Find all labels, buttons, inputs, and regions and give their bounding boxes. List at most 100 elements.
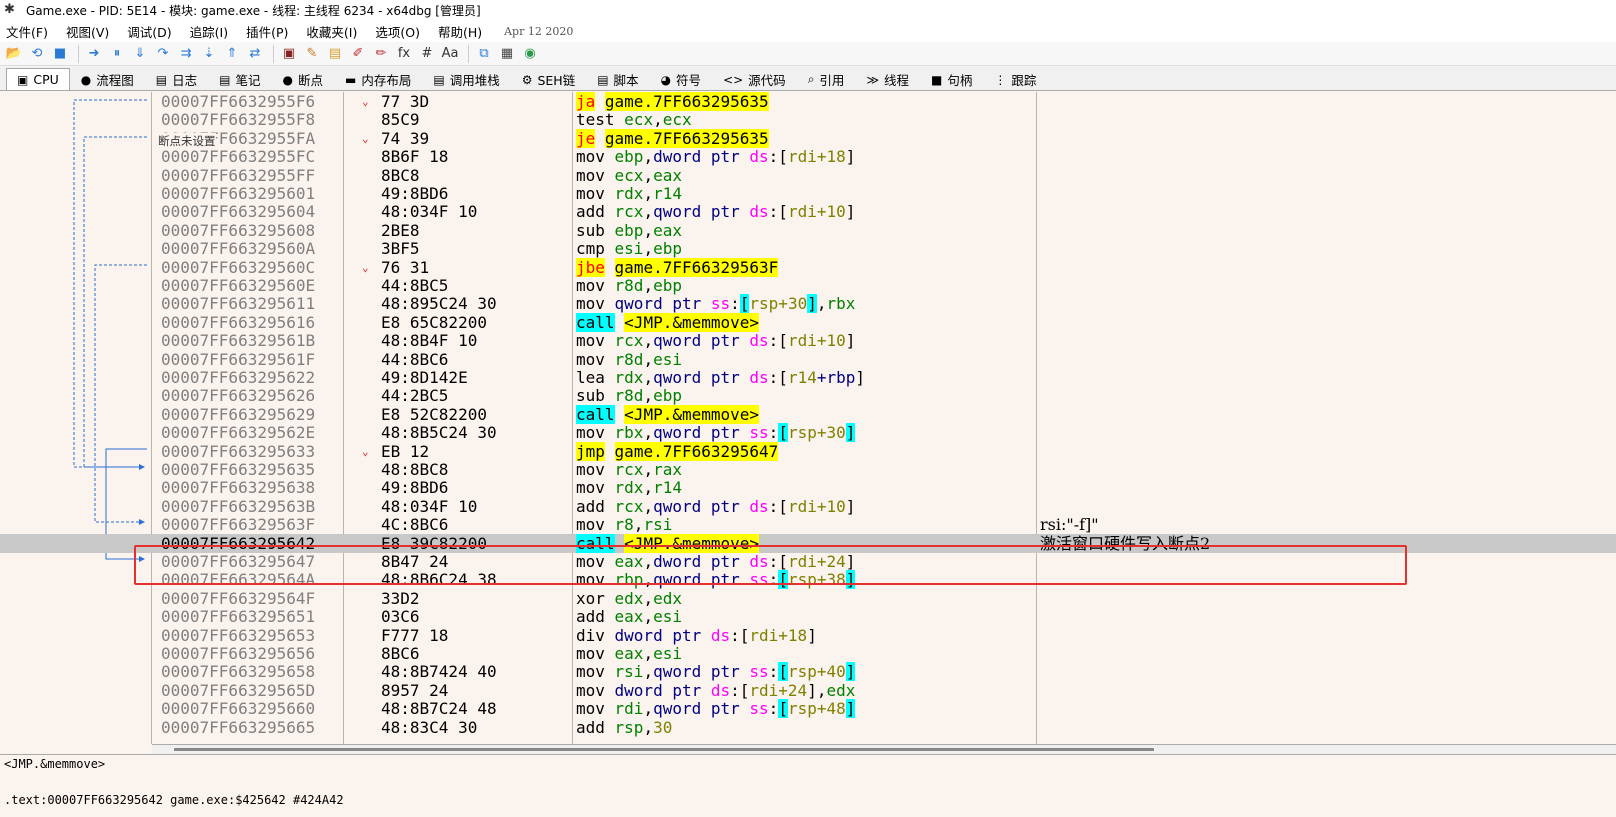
step-into-icon[interactable]: ⇓ xyxy=(130,44,150,64)
address-cell: 00007FF663295635 xyxy=(161,460,316,479)
breakpoint-note: 断点未设置 xyxy=(158,133,216,149)
scrollbar-thumb[interactable] xyxy=(174,748,1154,751)
menu-item[interactable]: 文件(F) xyxy=(6,22,48,41)
instruction-row[interactable]: 00007FF6632955FA ⌄ 74 39 je game.7FF6632956… xyxy=(0,128,1616,148)
tab-label: 句柄 xyxy=(947,73,973,88)
run-to-user-code-icon[interactable]: ⇄ xyxy=(245,44,265,64)
instruction-row[interactable]: 00007FF6632955F8 85C9 test ecx,ecx xyxy=(0,110,1616,129)
address-cell: 00007FF66329561F xyxy=(161,349,316,369)
instruction-row[interactable]: 00007FF66329560E 44:8BC5 mov r8d,ebp xyxy=(0,276,1616,295)
menu-item[interactable]: 帮助(H) xyxy=(438,22,482,41)
instruction-cell: call <JMP.&memmove> xyxy=(576,312,760,332)
instruction-row[interactable]: 00007FF66329561F 44:8BC6 mov r8d,esi xyxy=(0,350,1616,369)
references-icon: ⌕ xyxy=(807,72,815,86)
instruction-row[interactable]: 00007FF6632955F6 ⌄ 77 3D ja game.7FF6632956… xyxy=(0,92,1616,111)
menu-item[interactable]: 调试(D) xyxy=(127,22,171,41)
instruction-cell: sub ebp,eax xyxy=(576,220,682,240)
jump-marker-icon: ⌄ xyxy=(362,131,369,145)
tab-call-stack[interactable]: ▤ 调用堆栈 xyxy=(422,68,510,90)
memory-map-icon[interactable]: Aa xyxy=(440,44,460,64)
bookmark-icon[interactable]: ✐ xyxy=(348,44,368,64)
info-address: .text:00007FF663295642 game.exe:$425642 … xyxy=(4,793,344,807)
instruction-row[interactable]: 00007FF663295635 48:8BC8 mov rcx,rax xyxy=(0,460,1616,479)
pause-icon[interactable]: ⏸ xyxy=(107,44,127,64)
patch-icon[interactable]: ▣ xyxy=(279,44,299,64)
tab-threads[interactable]: ≫ 线程 xyxy=(855,68,920,90)
menu-item[interactable]: 视图(V) xyxy=(66,22,109,41)
tab-symbols[interactable]: ◕ 符号 xyxy=(650,68,713,90)
info-symbol: <JMP.&memmove> xyxy=(4,757,106,771)
execute-till-return-icon[interactable]: ⇑ xyxy=(222,44,242,64)
menu-item[interactable]: 追踪(I) xyxy=(190,22,228,41)
tab-label: 内存布局 xyxy=(361,73,412,88)
instruction-row[interactable]: 00007FF663295651 03C6 add eax,esi xyxy=(0,607,1616,626)
run-icon[interactable]: ➜ xyxy=(84,44,104,64)
instruction-row[interactable]: 00007FF663295604 48:034F 10 add rcx,qword … xyxy=(0,202,1616,221)
toolbar-separator xyxy=(78,44,79,63)
instruction-row[interactable]: 00007FF66329560C ⌄ 76 31 jbe game.7FF663295… xyxy=(0,257,1616,277)
instruction-row[interactable]: 00007FF66329563B 48:034F 10 add rcx,qword … xyxy=(0,497,1616,516)
instruction-row[interactable]: 00007FF663295601 49:8BD6 mov rdx,r14 xyxy=(0,184,1616,203)
bytes-cell: 8B6F 18 xyxy=(381,147,449,167)
instruction-row[interactable]: 00007FF6632955FC 8B6F 18 mov ebp,dword ptr… xyxy=(0,147,1616,166)
tab-source[interactable]: <> 源代码 xyxy=(712,68,797,90)
tab-handles[interactable]: ■ 句柄 xyxy=(920,68,983,90)
tool-icon[interactable]: ◉ xyxy=(520,44,540,64)
instruction-row[interactable]: 00007FF66329562E 48:8B5C24 30 mov rbx,qwor… xyxy=(0,423,1616,443)
restart-icon[interactable]: ⟲ xyxy=(27,44,47,64)
trace-into-icon[interactable]: ⇉ xyxy=(176,44,196,64)
instruction-row[interactable]: 00007FF66329561B 48:8B4F 10 mov rcx,qword … xyxy=(0,331,1616,350)
instruction-row[interactable]: 00007FF663295629 E8 52C82200 call <JMP.&me… xyxy=(0,404,1616,424)
instruction-row[interactable]: 00007FF66329565D 8957 24 mov dword ptr ds:… xyxy=(0,681,1616,700)
instruction-row[interactable]: 00007FF66329563F 4C:8BC6 mov r8,rsi rsi:"-f… xyxy=(0,515,1616,534)
call-stack-icon: ▤ xyxy=(433,72,445,87)
instruction-row[interactable]: 00007FF66329564F 33D2 xor edx,edx xyxy=(0,589,1616,608)
tab-cpu[interactable]: ▣ CPU xyxy=(6,68,70,90)
instruction-row[interactable]: 00007FF663295653 F777 18 div dword ptr ds:… xyxy=(0,626,1616,645)
tab-memory-map[interactable]: ▬ 内存布局 xyxy=(334,68,422,90)
address-cell: 00007FF66329564F xyxy=(161,588,316,608)
tab-graph[interactable]: ● 流程图 xyxy=(70,68,145,90)
instruction-row[interactable]: 00007FF663295658 48:8B7424 40 mov rsi,qwor… xyxy=(0,662,1616,682)
instruction-row[interactable]: 00007FF663295611 48:895C24 30 mov qword pt… xyxy=(0,294,1616,314)
instruction-row[interactable]: 00007FF6632955FF 8BC8 mov ecx,eax xyxy=(0,166,1616,185)
label-icon[interactable]: ▤ xyxy=(325,44,345,64)
instruction-row[interactable]: 00007FF663295638 49:8BD6 mov rdx,r14 xyxy=(0,478,1616,497)
instruction-row[interactable]: 00007FF663295665 48:83C4 30 add rsp,30 xyxy=(0,718,1616,737)
tab-notes[interactable]: ▤ 笔记 xyxy=(208,68,271,90)
memory-map-icon: ▬ xyxy=(344,72,357,87)
open-icon[interactable]: 📂 xyxy=(4,44,24,64)
instruction-row[interactable]: 00007FF663295656 8BC6 mov eax,esi xyxy=(0,644,1616,663)
instruction-row[interactable]: 00007FF663295616 E8 65C82200 call <JMP.&me… xyxy=(0,312,1616,332)
menu-item[interactable]: 选项(O) xyxy=(375,22,420,41)
instruction-row[interactable]: 00007FF66329560A 3BF5 cmp esi,ebp xyxy=(0,239,1616,258)
comment-icon[interactable]: ✎ xyxy=(302,44,322,64)
calculator-icon[interactable]: ⧉ xyxy=(474,44,494,64)
font-icon[interactable]: # xyxy=(417,44,437,64)
tab-log[interactable]: ▤ 日志 xyxy=(145,68,208,90)
script-icon: ▤ xyxy=(597,72,609,87)
instruction-row[interactable]: 00007FF663295633 ⌄ EB 12 jmp game.7FF663295… xyxy=(0,441,1616,461)
tab-script[interactable]: ▤ 脚本 xyxy=(586,68,649,90)
instruction-row[interactable]: 00007FF663295626 44:2BC5 sub r8d,ebp xyxy=(0,386,1616,405)
stop-icon[interactable]: ■ xyxy=(50,44,70,64)
tab-references[interactable]: ⌕ 引用 xyxy=(797,68,856,90)
instruction-row[interactable]: 00007FF663295608 2BE8 sub ebp,eax xyxy=(0,221,1616,240)
tab-trace[interactable]: ⋮ 跟踪 xyxy=(983,68,1047,90)
tab-label: CPU xyxy=(33,72,59,87)
instruction-cell: mov rdi,qword ptr ss:[rsp+48] xyxy=(576,699,856,719)
hash-icon[interactable]: fx xyxy=(394,44,414,64)
tab-breakpoint[interactable]: ● 断点 xyxy=(271,68,334,90)
instruction-cell: add eax,esi xyxy=(576,607,682,627)
step-over-icon[interactable]: ↷ xyxy=(153,44,173,64)
instruction-row[interactable]: 00007FF663295660 48:8B7C24 48 mov rdi,qwor… xyxy=(0,699,1616,719)
help-icon[interactable]: ▦ xyxy=(497,44,517,64)
disassembly-view[interactable]: 00007FF6632955F6 ⌄ 77 3D ja game.7FF6632956… xyxy=(0,92,1616,744)
function-icon[interactable]: ✏ xyxy=(371,44,391,64)
menu-item[interactable]: 插件(P) xyxy=(246,22,288,41)
horizontal-scrollbar[interactable] xyxy=(152,744,1616,754)
instruction-row[interactable]: 00007FF663295622 49:8D142E lea rdx,qword p… xyxy=(0,368,1616,387)
menu-item[interactable]: 收藏夹(I) xyxy=(306,22,357,41)
tab-seh[interactable]: ⚙ SEH链 xyxy=(511,68,587,90)
trace-over-icon[interactable]: ⇣ xyxy=(199,44,219,64)
